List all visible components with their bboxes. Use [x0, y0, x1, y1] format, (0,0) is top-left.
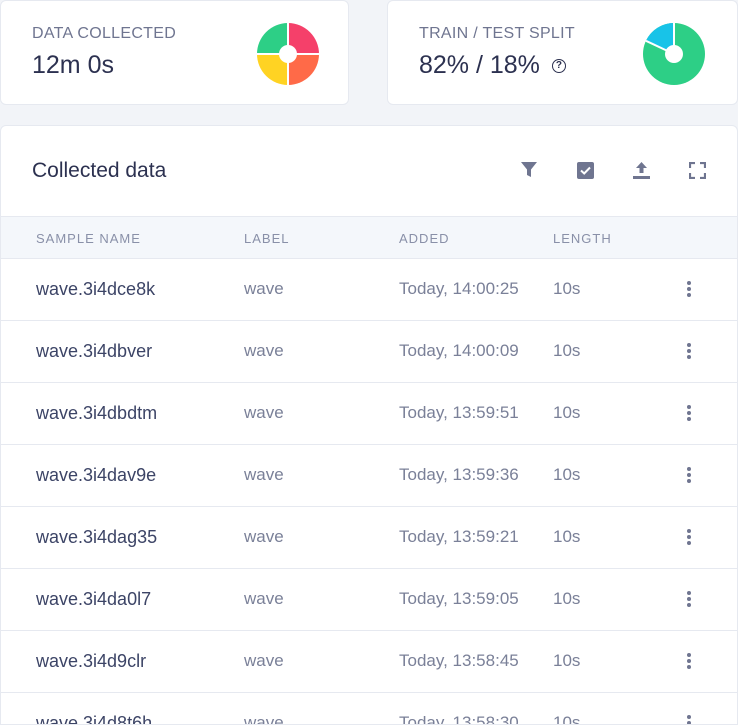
sample-name[interactable]: wave.3i4d8t6h	[36, 713, 152, 724]
data-collected-card: DATA COLLECTED 12m 0s	[0, 0, 349, 105]
more-vertical-icon[interactable]	[681, 651, 697, 671]
sample-added: Today, 13:59:05	[399, 589, 519, 608]
table-body: wave.3i4dce8k wave Today, 14:00:25 10s w…	[1, 259, 737, 725]
sample-added: Today, 13:58:30	[399, 713, 519, 725]
sample-length: 10s	[553, 465, 581, 484]
sample-label: wave	[244, 279, 284, 298]
filter-icon	[521, 162, 537, 177]
more-vertical-icon[interactable]	[681, 527, 697, 547]
pie-hole	[665, 45, 683, 63]
table-row[interactable]: wave.3i4dav9e wave Today, 13:59:36 10s	[1, 445, 737, 507]
sample-added: Today, 13:59:21	[399, 527, 519, 546]
sample-length: 10s	[553, 341, 581, 360]
sample-name[interactable]: wave.3i4d9clr	[36, 651, 146, 672]
upload-button[interactable]	[631, 160, 651, 180]
more-vertical-icon[interactable]	[681, 589, 697, 609]
sample-label: wave	[244, 527, 284, 546]
label-distribution-pie	[257, 23, 319, 85]
sample-label: wave	[244, 341, 284, 360]
sample-name[interactable]: wave.3i4da0l7	[36, 589, 151, 610]
sample-label: wave	[244, 403, 284, 422]
column-label[interactable]: LABEL	[244, 231, 289, 246]
help-icon[interactable]: ?	[551, 58, 566, 73]
more-vertical-icon[interactable]	[681, 403, 697, 423]
table-row[interactable]: wave.3i4d8t6h wave Today, 13:58:30 10s	[1, 693, 737, 725]
collected-data-panel: Collected data SAMPLE NAME LABEL ADDED L…	[0, 125, 738, 725]
split-value: 82% / 18% ?	[419, 51, 566, 80]
data-collected-value: 12m 0s	[32, 51, 114, 80]
sample-name[interactable]: wave.3i4dag35	[36, 527, 157, 548]
sample-length: 10s	[553, 713, 581, 725]
train-test-split-card: TRAIN / TEST SPLIT 82% / 18% ?	[387, 0, 738, 105]
sample-added: Today, 13:59:36	[399, 465, 519, 484]
more-vertical-icon[interactable]	[681, 279, 697, 299]
filter-button[interactable]	[519, 160, 539, 180]
sample-label: wave	[244, 589, 284, 608]
sample-label: wave	[244, 465, 284, 484]
sample-name[interactable]: wave.3i4dce8k	[36, 279, 155, 300]
column-added[interactable]: ADDED	[399, 231, 450, 246]
panel-header: Collected data	[1, 126, 737, 217]
sample-added: Today, 14:00:25	[399, 279, 519, 298]
train-test-pie	[643, 23, 705, 85]
select-button[interactable]	[575, 160, 595, 180]
upload-icon	[632, 161, 650, 179]
table-row[interactable]: wave.3i4dbdtm wave Today, 13:59:51 10s	[1, 383, 737, 445]
panel-title: Collected data	[32, 159, 167, 182]
table-header: SAMPLE NAME LABEL ADDED LENGTH	[1, 217, 737, 259]
sample-length: 10s	[553, 527, 581, 546]
data-collected-value-text: 12m 0s	[32, 51, 114, 79]
data-collected-title: DATA COLLECTED	[32, 25, 177, 42]
split-title: TRAIN / TEST SPLIT	[419, 25, 575, 42]
table-row[interactable]: wave.3i4dce8k wave Today, 14:00:25 10s	[1, 259, 737, 321]
panel-toolbar	[519, 160, 707, 180]
sample-name[interactable]: wave.3i4dbver	[36, 341, 152, 362]
sample-name[interactable]: wave.3i4dbdtm	[36, 403, 157, 424]
column-length[interactable]: LENGTH	[553, 231, 612, 246]
sample-length: 10s	[553, 589, 581, 608]
pie-hole	[279, 45, 297, 63]
more-vertical-icon[interactable]	[681, 713, 697, 724]
table-row[interactable]: wave.3i4da0l7 wave Today, 13:59:05 10s	[1, 569, 737, 631]
sample-name[interactable]: wave.3i4dav9e	[36, 465, 156, 486]
split-value-text: 82% / 18%	[419, 51, 540, 79]
sample-length: 10s	[553, 279, 581, 298]
column-sample-name[interactable]: SAMPLE NAME	[36, 231, 141, 246]
sample-added: Today, 13:58:45	[399, 651, 519, 670]
fullscreen-icon	[688, 161, 706, 179]
table-row[interactable]: wave.3i4d9clr wave Today, 13:58:45 10s	[1, 631, 737, 693]
sample-label: wave	[244, 651, 284, 670]
sample-length: 10s	[553, 403, 581, 422]
table-row[interactable]: wave.3i4dbver wave Today, 14:00:09 10s	[1, 321, 737, 383]
sample-label: wave	[244, 713, 284, 725]
sample-length: 10s	[553, 651, 581, 670]
more-vertical-icon[interactable]	[681, 341, 697, 361]
fullscreen-button[interactable]	[687, 160, 707, 180]
more-vertical-icon[interactable]	[681, 465, 697, 485]
sample-added: Today, 13:59:51	[399, 403, 519, 422]
table-row[interactable]: wave.3i4dag35 wave Today, 13:59:21 10s	[1, 507, 737, 569]
sample-added: Today, 14:00:09	[399, 341, 519, 360]
checkbox-icon	[576, 161, 594, 179]
